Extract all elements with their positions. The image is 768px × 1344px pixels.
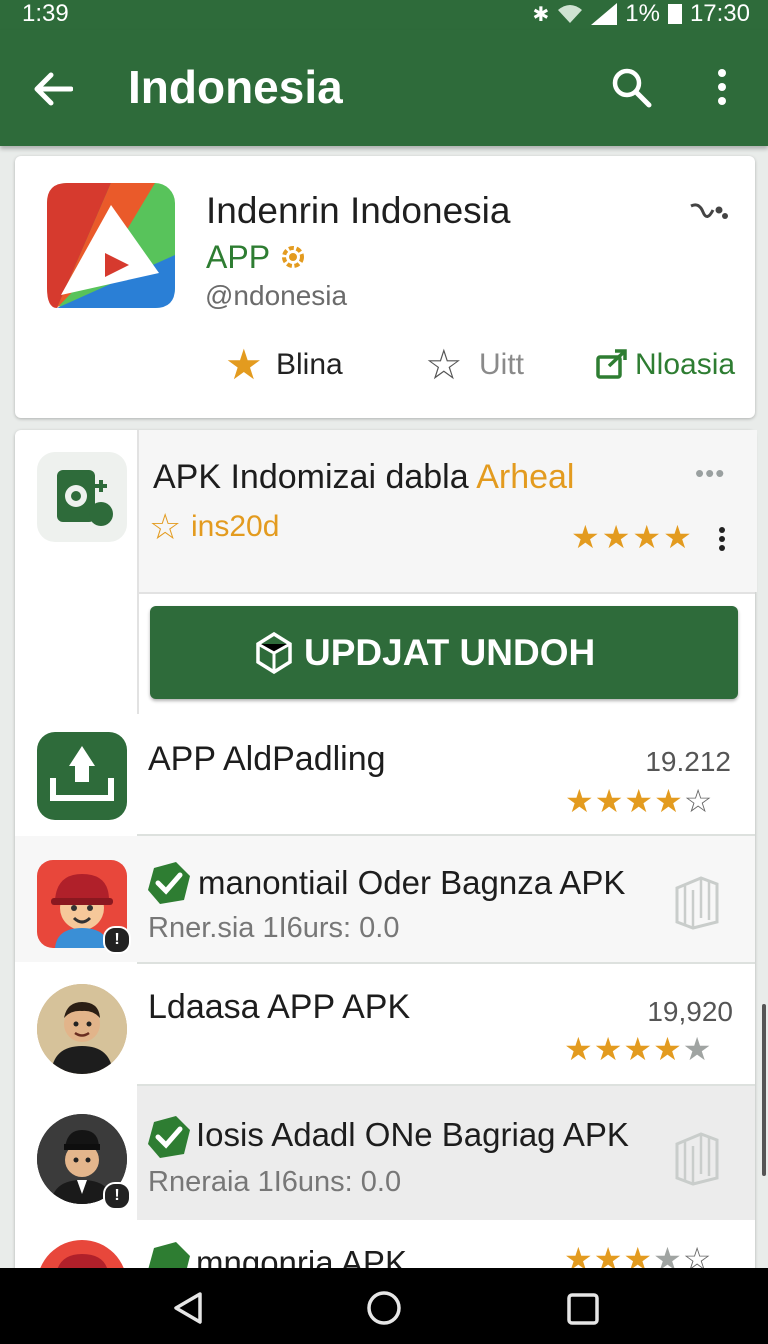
alert-badge-icon: ! [103, 1182, 131, 1210]
star-half-icon: ★ [654, 783, 684, 819]
battery-icon [667, 4, 682, 24]
app-logo[interactable] [47, 183, 175, 308]
star-filled-icon: ★ [564, 1031, 594, 1067]
star-half-icon: ★ [653, 1031, 683, 1067]
star-outline-icon: ☆ [682, 1241, 713, 1268]
action-nloasia-label: Nloasia [635, 348, 736, 381]
nav-home-icon[interactable] [366, 1290, 402, 1326]
featured-app-icon [37, 452, 127, 542]
list-item[interactable]: ! manontiail Oder Bagnza APK Rner.sia 1I… [15, 836, 755, 962]
update-button[interactable]: UPDJAT UNDOH [150, 606, 738, 699]
open-external-icon [596, 349, 627, 379]
page-title: Indonesia [128, 61, 343, 113]
system-nav-bar [0, 1268, 768, 1344]
rating-stars: ★★★★☆ [564, 1240, 712, 1268]
star-filled-icon: ★ [632, 519, 664, 555]
status-icons: ✱ 1% 17:30 [532, 0, 750, 28]
search-button[interactable] [604, 60, 658, 114]
list-item[interactable]: ! Iosis Adadl ONe Bagriag APK Rneraia 1I… [15, 1086, 755, 1220]
app-name: Indenrin Indonesia [206, 190, 511, 231]
star-outline-icon: ☆ [149, 506, 182, 547]
featured-rating: ★★★★ [571, 518, 694, 556]
list-item-title: Iosis Adadl ONe Bagriag APK [196, 1116, 629, 1153]
alert-badge-icon: ! [103, 926, 131, 954]
star-filled-icon: ★ [594, 783, 625, 819]
star-filled-icon: ★ [225, 341, 263, 388]
update-gem-icon [256, 632, 292, 674]
more-menu-button[interactable] [700, 60, 744, 114]
avatar [37, 1240, 127, 1268]
share-icon[interactable] [689, 200, 729, 222]
featured-item[interactable]: APK Indomizai dabla Arheal ••• ☆ ins20d … [15, 430, 757, 714]
app-handle: @ndonesia [205, 280, 348, 311]
action-uitt[interactable]: ☆ Uitt [425, 341, 555, 388]
featured-more-icon[interactable]: ••• [695, 458, 725, 489]
list-item-subtitle: Rneraia 1I6uns: 0.0 [148, 1166, 402, 1198]
rating-stars: ★★★★★ [564, 1030, 712, 1068]
list-item-title: Ldaasa APP APK [148, 988, 411, 1026]
app-header-card: Indenrin Indonesia APP @ndonesia ★ Blina… [15, 156, 755, 418]
featured-overflow-icon[interactable] [718, 526, 726, 552]
status-time: 1:39 [22, 0, 69, 27]
rating-stars: ★★★★☆ [565, 782, 713, 820]
back-arrow-icon [34, 72, 73, 106]
star-filled-icon: ★ [663, 519, 694, 555]
scrollbar[interactable] [762, 1004, 766, 1176]
book-icon[interactable] [673, 1130, 721, 1186]
list-item-title: mngonria APK [196, 1244, 407, 1268]
star-outline-icon: ☆ [683, 783, 714, 819]
featured-title-accent: Arheal [476, 458, 575, 496]
star-filled-icon: ★ [623, 1031, 654, 1067]
action-uitt-label: Uitt [479, 348, 524, 381]
list-item-title: APP AldPadling [148, 740, 386, 778]
featured-title-main: APK Indomizai dabla [153, 458, 477, 496]
search-icon [612, 68, 652, 108]
star-filled-icon: ★ [624, 783, 655, 819]
star-outline-icon: ☆ [425, 341, 463, 388]
list-item-count: 19,920 [647, 996, 733, 1027]
avatar [37, 984, 127, 1074]
wifi-icon [558, 5, 583, 23]
star-filled-icon: ★ [593, 1241, 624, 1268]
star-filled-icon: ★ [623, 1241, 654, 1268]
back-button[interactable] [26, 62, 80, 116]
verified-shield-icon [148, 862, 190, 904]
download-app-icon [37, 732, 127, 820]
list-item[interactable]: Ldaasa APP APK 19,920 ★★★★★ [15, 964, 755, 1084]
action-blina-label: Blina [276, 348, 343, 381]
star-filled-icon: ★ [565, 783, 595, 819]
bluetooth-icon: ✱ [532, 3, 550, 26]
star-filled-icon: ★ [601, 519, 633, 555]
star-filled-icon: ★ [564, 1241, 594, 1268]
verified-shield-icon [148, 1242, 190, 1268]
star-empty-icon: ★ [653, 1241, 683, 1268]
nav-recents-icon[interactable] [566, 1292, 600, 1326]
status-bar: 1:39 ✱ 1% 17:30 [0, 0, 768, 30]
action-blina[interactable]: ★ Blina [225, 341, 365, 388]
more-vert-icon [718, 69, 726, 105]
list-item-subtitle: Rner.sia 1I6urs: 0.0 [148, 912, 400, 944]
badge-gear-icon [282, 246, 304, 268]
action-nloasia[interactable]: Nloasia [595, 342, 745, 386]
star-empty-icon: ★ [682, 1031, 713, 1067]
book-icon[interactable] [673, 874, 721, 930]
featured-title: APK Indomizai dabla Arheal [153, 458, 574, 497]
update-button-label: UPDJAT UNDOH [304, 632, 596, 673]
list-item[interactable]: mngonria APK ★★★★☆ [15, 1222, 755, 1268]
nav-back-icon[interactable] [170, 1290, 206, 1326]
app-type-label: APP [206, 239, 271, 275]
verified-shield-icon [148, 1116, 190, 1158]
list-item-title: manontiail Oder Bagnza APK [198, 864, 626, 901]
list-item[interactable]: APP AldPadling 19.212 ★★★★☆ [15, 718, 755, 834]
list-item-count: 19.212 [645, 746, 731, 777]
star-filled-icon: ★ [593, 1031, 624, 1067]
app-list-card: APK Indomizai dabla Arheal ••• ☆ ins20d … [15, 430, 757, 1290]
featured-subtitle: ins20d [191, 510, 280, 543]
star-filled-icon: ★ [571, 519, 602, 555]
app-bar: Indonesia [0, 30, 768, 146]
clock: 17:30 [689, 0, 750, 27]
signal-icon [591, 3, 618, 25]
battery-percent: 1% [625, 0, 660, 27]
